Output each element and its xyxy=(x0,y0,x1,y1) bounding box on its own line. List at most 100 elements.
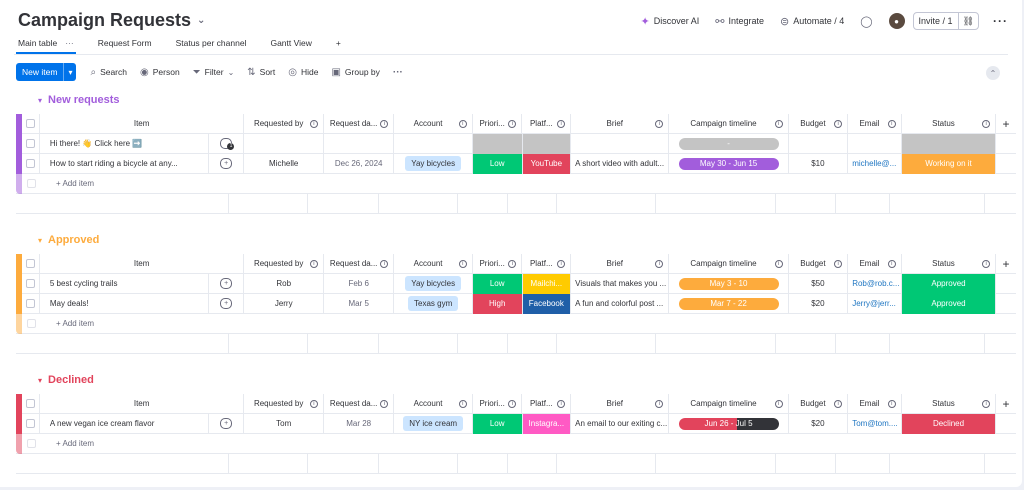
item-name-cell[interactable]: A new vegan ice cream flavor xyxy=(40,413,209,434)
select-all-checkbox[interactable] xyxy=(22,393,40,414)
info-icon[interactable]: i xyxy=(834,259,843,268)
hide-button[interactable]: ◎ Hide xyxy=(288,67,318,78)
budget-cell[interactable]: $50 xyxy=(789,273,849,294)
column-header-brief[interactable]: Brief i xyxy=(571,393,670,414)
column-header-platform[interactable]: Platf... i xyxy=(522,393,572,414)
column-header-email[interactable]: Email i xyxy=(848,253,902,274)
priority-cell[interactable]: High xyxy=(472,293,523,314)
info-icon[interactable]: i xyxy=(834,119,843,128)
column-header-platform[interactable]: Platf... i xyxy=(522,253,572,274)
more-toolbar-icon[interactable]: ··· xyxy=(393,67,403,78)
updates-cell[interactable]: 1 xyxy=(209,133,245,154)
person-filter-button[interactable]: ◉ Person xyxy=(140,67,180,78)
integrate-button[interactable]: ⚯ Integrate xyxy=(715,15,764,28)
campaign-timeline-cell[interactable]: Jun 26 - Jul 5 xyxy=(669,413,789,434)
platform-cell[interactable] xyxy=(522,133,572,154)
request-date-cell[interactable]: Dec 26, 2024 xyxy=(324,153,395,174)
table-row[interactable]: How to start riding a bicycle at any... +… xyxy=(16,153,1016,174)
add-update-icon[interactable]: + xyxy=(220,158,233,169)
column-header-item[interactable]: Item xyxy=(40,113,245,134)
updates-cell[interactable]: + xyxy=(209,273,245,294)
column-header-priority[interactable]: Priori... i xyxy=(473,113,523,134)
info-icon[interactable]: i xyxy=(309,399,318,408)
table-row[interactable]: Hi there! 👋 Click here ➡️ 1 - xyxy=(16,133,1016,154)
row-checkbox[interactable] xyxy=(22,273,40,294)
email-link[interactable]: Rob@rob.c... xyxy=(852,279,899,288)
column-header-request-date[interactable]: Request da... i xyxy=(324,393,395,414)
info-icon[interactable]: i xyxy=(655,119,664,128)
info-icon[interactable]: i xyxy=(887,259,896,268)
group-title[interactable]: ▾ Approved xyxy=(38,234,99,246)
info-icon[interactable]: i xyxy=(557,259,566,268)
board-title[interactable]: Campaign Requests ⌄ xyxy=(18,10,205,31)
priority-cell[interactable]: Low xyxy=(472,413,523,434)
priority-cell[interactable]: Low xyxy=(472,273,523,294)
chevron-down-icon[interactable]: ▾ xyxy=(38,236,42,245)
requested-by-cell[interactable]: Michelle xyxy=(244,153,324,174)
campaign-timeline-cell[interactable]: May 30 - Jun 15 xyxy=(669,153,789,174)
item-name-cell[interactable]: May deals! xyxy=(40,293,209,314)
email-link[interactable]: michelle@... xyxy=(852,159,896,168)
tab-request-form[interactable]: Request Form xyxy=(98,38,152,54)
select-all-checkbox[interactable] xyxy=(22,113,40,134)
platform-cell[interactable]: Instagra... xyxy=(522,413,572,434)
column-header-status[interactable]: Status i xyxy=(902,113,997,134)
filter-button[interactable]: ⏷ Filter ⌄ xyxy=(193,67,235,78)
info-icon[interactable]: i xyxy=(655,399,664,408)
add-column-button[interactable]: + xyxy=(996,394,1016,414)
table-row[interactable]: 5 best cycling trails + Rob Feb 6 Yay bicycl… xyxy=(16,273,1016,294)
brief-cell[interactable]: A fun and colorful post ... xyxy=(571,293,670,314)
add-item-row[interactable]: + Add item xyxy=(16,173,1016,194)
chevron-down-icon[interactable]: ⌄ xyxy=(197,15,205,26)
campaign-timeline-cell[interactable]: Mar 7 - 22 xyxy=(669,293,789,314)
info-icon[interactable]: i xyxy=(380,399,389,408)
add-item-button[interactable]: + Add item xyxy=(40,174,94,194)
info-icon[interactable]: i xyxy=(380,259,389,268)
column-header-request-date[interactable]: Request da... i xyxy=(324,253,395,274)
automate-button[interactable]: ⊜ Automate / 4 xyxy=(780,15,844,28)
email-cell[interactable]: Rob@rob.c... xyxy=(848,273,902,294)
info-icon[interactable]: i xyxy=(834,399,843,408)
request-date-cell[interactable]: Mar 28 xyxy=(324,413,395,434)
request-date-cell[interactable]: Mar 5 xyxy=(324,293,395,314)
column-header-priority[interactable]: Priori... i xyxy=(473,393,523,414)
table-row[interactable]: May deals! + Jerry Mar 5 Texas gym High Facebo… xyxy=(16,293,1016,314)
info-icon[interactable]: i xyxy=(508,399,517,408)
tab-status-per-channel[interactable]: Status per channel xyxy=(176,38,247,54)
comment-button[interactable]: ◯ xyxy=(860,15,872,28)
requested-by-cell[interactable]: Rob xyxy=(244,273,324,294)
request-date-cell[interactable] xyxy=(324,133,395,154)
info-icon[interactable]: i xyxy=(982,399,991,408)
column-header-status[interactable]: Status i xyxy=(902,253,997,274)
email-cell[interactable]: Jerry@jerr... xyxy=(848,293,902,314)
status-cell[interactable]: Approved xyxy=(901,273,997,294)
platform-cell[interactable]: Mailchi... xyxy=(522,273,572,294)
account-cell[interactable] xyxy=(394,133,473,154)
info-icon[interactable]: i xyxy=(887,119,896,128)
brief-cell[interactable]: A short video with adult... xyxy=(571,153,670,174)
account-cell[interactable]: Yay bicycles xyxy=(394,273,473,294)
requested-by-cell[interactable]: Tom xyxy=(244,413,324,434)
avatar[interactable]: ● xyxy=(888,13,905,29)
info-icon[interactable]: i xyxy=(380,119,389,128)
budget-cell[interactable] xyxy=(789,133,849,154)
chevron-down-icon[interactable]: ▾ xyxy=(38,376,42,385)
info-icon[interactable]: i xyxy=(309,119,318,128)
row-checkbox[interactable] xyxy=(22,153,40,174)
add-column-button[interactable]: + xyxy=(996,114,1016,134)
add-item-row[interactable]: + Add item xyxy=(16,433,1016,454)
column-header-item[interactable]: Item xyxy=(40,253,245,274)
new-item-button[interactable]: New item ▾ xyxy=(16,63,77,81)
info-icon[interactable]: i xyxy=(557,399,566,408)
budget-cell[interactable]: $20 xyxy=(789,293,849,314)
brief-cell[interactable] xyxy=(571,133,670,154)
campaign-timeline-cell[interactable]: May 3 - 10 xyxy=(669,273,789,294)
group-title[interactable]: ▾ Declined xyxy=(38,374,94,386)
info-icon[interactable]: i xyxy=(887,399,896,408)
info-icon[interactable]: i xyxy=(774,259,783,268)
discover-ai-button[interactable]: ✦ Discover AI xyxy=(640,15,699,28)
invite-button[interactable]: Invite / 1 ⛓ xyxy=(912,12,979,30)
info-icon[interactable]: i xyxy=(557,119,566,128)
info-icon[interactable]: i xyxy=(774,119,783,128)
table-row[interactable]: A new vegan ice cream flavor + Tom Mar 28 NY… xyxy=(16,413,1016,434)
